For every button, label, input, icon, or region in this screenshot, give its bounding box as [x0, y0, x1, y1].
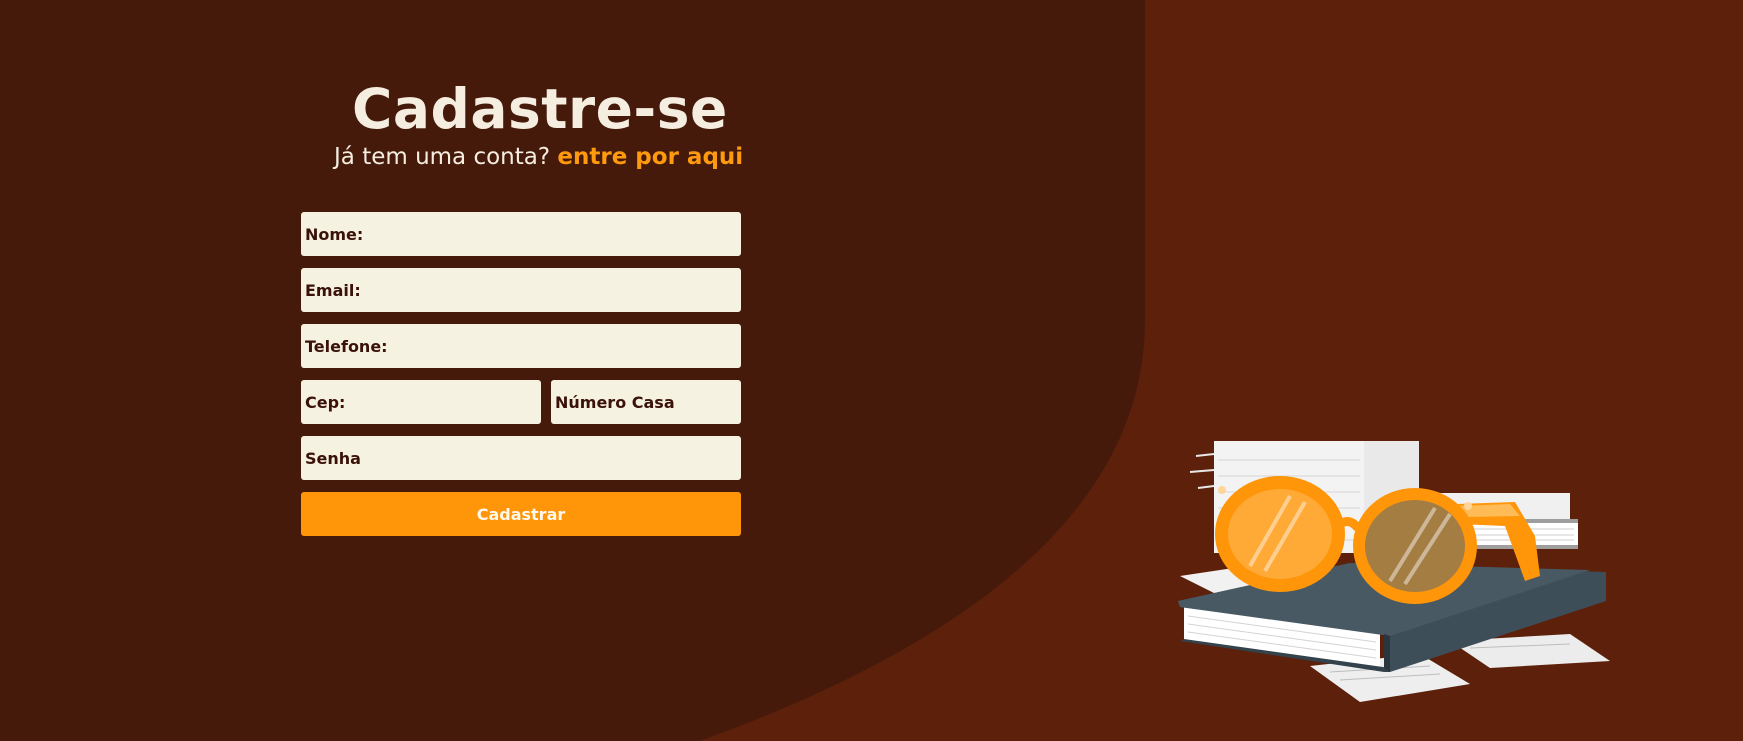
- phone-field[interactable]: [301, 324, 741, 368]
- cep-field[interactable]: [301, 380, 541, 424]
- page-title: Cadastre-se: [352, 77, 728, 141]
- books-and-glasses-illustration: [1178, 441, 1610, 702]
- email-field[interactable]: [301, 268, 741, 312]
- house-number-field[interactable]: [551, 380, 741, 424]
- login-prompt-text: Já tem uma conta?: [334, 144, 551, 170]
- register-button[interactable]: Cadastrar: [301, 492, 741, 536]
- login-link[interactable]: entre por aqui: [557, 144, 743, 170]
- password-field[interactable]: [301, 436, 741, 480]
- name-field[interactable]: [301, 212, 741, 256]
- login-prompt: Já tem uma conta? entre por aqui: [334, 142, 743, 172]
